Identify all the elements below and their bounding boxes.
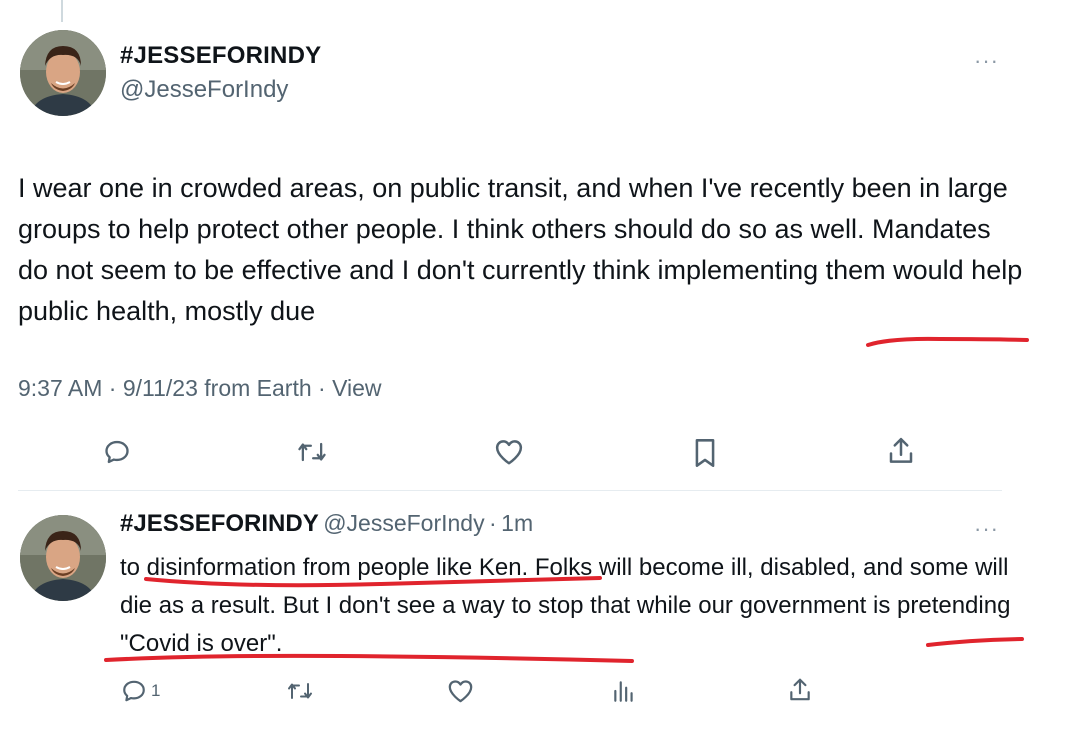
heart-icon <box>448 680 473 703</box>
tweet-date[interactable]: 9/11/23 <box>123 375 198 401</box>
user-handle[interactable]: @JesseForIndy <box>120 76 288 104</box>
thread-connector-line <box>61 0 63 22</box>
reply-text: to disinformation from people like Ken. … <box>120 554 1011 657</box>
tweet-time[interactable]: 9:37 AM <box>18 375 102 401</box>
reply-header: #JESSEFORINDY @JesseForIndy · 1m <box>120 510 533 538</box>
reply-more-options-icon[interactable]: ··· <box>974 518 999 540</box>
display-name[interactable]: #JESSEFORINDY <box>120 42 321 70</box>
meta-separator: · <box>318 375 326 401</box>
share-button[interactable] <box>886 436 916 466</box>
bar-chart-icon <box>614 681 633 702</box>
meta-separator: · <box>108 375 117 401</box>
speech-bubble-icon <box>123 680 145 702</box>
annotation-underline-mostly-due <box>866 336 1029 347</box>
reply-button[interactable] <box>103 438 131 466</box>
reply-time[interactable]: 1m <box>501 510 533 536</box>
reply-user-handle[interactable]: @JesseForIndy <box>323 510 484 536</box>
speech-bubble-icon <box>105 440 129 464</box>
reply-reply-button[interactable]: 1 <box>121 678 160 704</box>
avatar-image <box>20 515 106 601</box>
reply-count: 1 <box>151 681 161 700</box>
reply-display-name[interactable]: #JESSEFORINDY <box>120 510 319 537</box>
tweet-text: I wear one in crowded areas, on public t… <box>18 173 1023 326</box>
reply-views-button[interactable] <box>612 678 636 704</box>
retweet-icon <box>288 683 312 699</box>
share-upload-icon <box>790 678 810 701</box>
like-button[interactable] <box>494 438 524 466</box>
retweet-button[interactable] <box>296 438 328 466</box>
bookmark-icon <box>695 439 715 467</box>
heart-icon <box>495 440 523 465</box>
tweet-source: from Earth <box>204 375 312 401</box>
retweet-icon <box>298 442 326 462</box>
reply-share-button[interactable] <box>787 676 813 704</box>
reply-like-button[interactable] <box>447 678 474 704</box>
more-options-icon[interactable]: ··· <box>974 50 999 72</box>
reply-separator: · <box>489 510 497 536</box>
avatar-image <box>20 30 106 116</box>
bookmark-button[interactable] <box>693 438 717 468</box>
avatar[interactable] <box>20 30 106 116</box>
tweet-metadata: 9:37 AM · 9/11/23 from Earth · View <box>18 375 382 402</box>
share-upload-icon <box>889 437 913 463</box>
reply-avatar[interactable] <box>20 515 106 601</box>
reply-retweet-button[interactable] <box>286 678 314 704</box>
view-link[interactable]: View <box>332 375 381 401</box>
tweet-divider <box>18 490 1002 491</box>
